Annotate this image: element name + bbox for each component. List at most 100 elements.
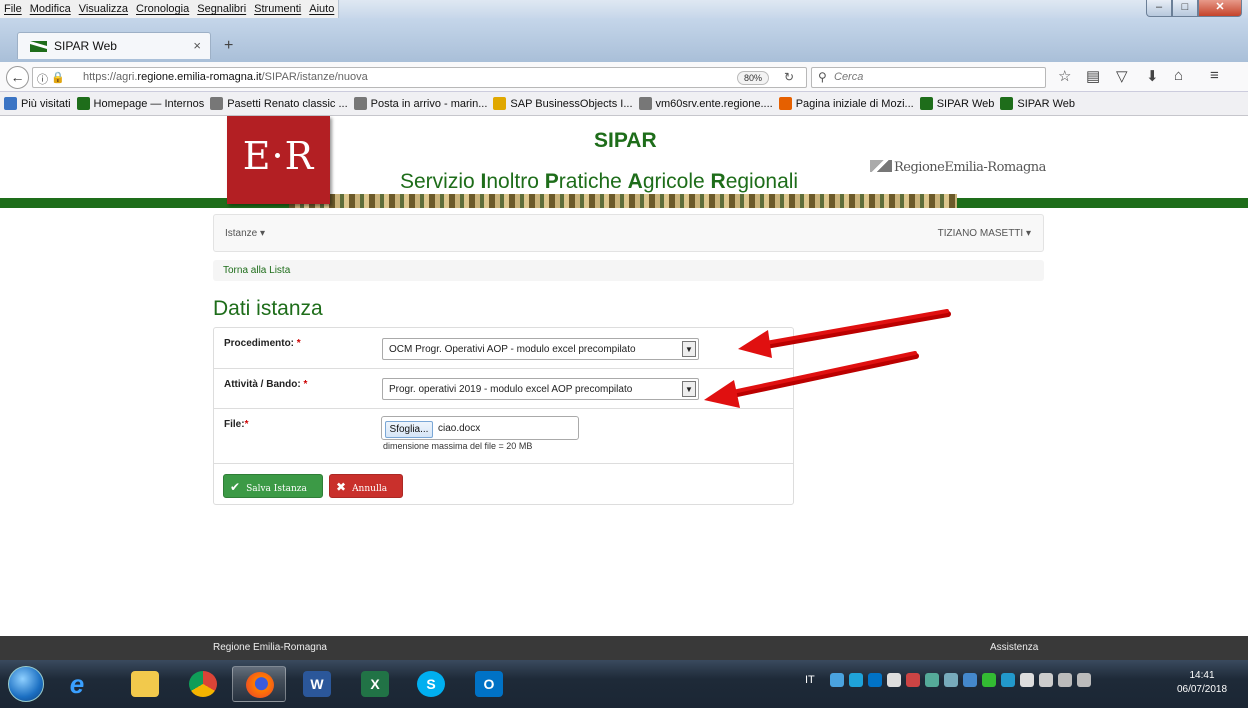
search-input[interactable]: ⚲ Cerca	[811, 67, 1046, 88]
tray-app-icon[interactable]	[1001, 673, 1015, 687]
sipar-flag-icon	[30, 41, 47, 52]
reading-list-icon[interactable]: ▤	[1086, 67, 1100, 85]
bookmark-item[interactable]: Posta in arrivo - marin...	[353, 97, 488, 110]
skype-tray-icon[interactable]	[849, 673, 863, 687]
new-tab-button[interactable]: +	[224, 37, 233, 55]
attivita-select[interactable]: Progr. operativi 2019 - modulo excel AOP…	[382, 378, 699, 400]
page-title: Dati istanza	[213, 297, 323, 320]
tray-app-icon[interactable]	[963, 673, 977, 687]
footer-regione: Regione Emilia-Romagna	[213, 642, 327, 653]
tray-app-icon[interactable]	[906, 673, 920, 687]
file-size-hint: dimensione massima del file = 20 MB	[383, 441, 533, 451]
footer-assistenza-link[interactable]: Assistenza	[990, 642, 1038, 653]
menu-modifica[interactable]: Modifica	[26, 0, 75, 18]
url-bar[interactable]: ⓘ 🔒 https://agri.regione.emilia-romagna.…	[32, 67, 807, 88]
folder-icon	[131, 671, 159, 697]
excel-icon: X	[361, 671, 389, 697]
tab-close-icon[interactable]: ×	[193, 38, 201, 53]
file-input[interactable]: Sfoglia... ciao.docx	[381, 416, 579, 440]
procedimento-select[interactable]: OCM Progr. Operativi AOP - modulo excel …	[382, 338, 699, 360]
menu-visualizza[interactable]: Visualizza	[75, 0, 132, 18]
onedrive-tray-icon[interactable]	[830, 673, 844, 687]
zoom-level[interactable]: 80%	[737, 71, 769, 85]
bookmark-item[interactable]: Più visitati	[4, 97, 71, 110]
home-icon[interactable]: ⌂	[1174, 67, 1183, 84]
bookmark-label: Più visitati	[21, 97, 71, 110]
nav-istanze-dropdown[interactable]: Istanze ▾	[225, 228, 265, 239]
navigation-bar: ← ⓘ 🔒 https://agri.regione.emilia-romagn…	[0, 62, 1248, 92]
start-button[interactable]	[8, 666, 44, 702]
firefox-icon	[246, 672, 274, 698]
close-window-button[interactable]: ✕	[1198, 0, 1242, 17]
info-icon[interactable]: ⓘ	[37, 71, 48, 87]
browse-button[interactable]: Sfoglia...	[385, 421, 433, 438]
bookmark-item[interactable]: SAP BusinessObjects I...	[493, 97, 633, 110]
downloads-icon[interactable]: ⬇	[1146, 67, 1159, 85]
taskbar-chrome[interactable]	[176, 666, 230, 702]
network-icon[interactable]	[1039, 673, 1053, 687]
menu-strumenti[interactable]: Strumenti	[250, 0, 305, 18]
search-placeholder: Cerca	[834, 71, 864, 83]
bookmark-item[interactable]: SIPAR Web	[919, 97, 995, 110]
bookmark-label: SIPAR Web	[936, 97, 995, 110]
menu-aiuto[interactable]: Aiuto	[305, 0, 338, 18]
bookmark-item[interactable]: Pagina iniziale di Mozi...	[778, 97, 914, 110]
bookmark-star-icon[interactable]: ☆	[1058, 67, 1071, 85]
input-language[interactable]: IT	[805, 674, 815, 686]
menu-cronologia[interactable]: Cronologia	[132, 0, 193, 18]
bookmark-item[interactable]: Pasetti Renato classic ...	[210, 97, 348, 110]
bookmark-label: Homepage — Internos	[93, 97, 205, 110]
row-file: File:* Sfoglia... ciao.docx dimensione m…	[214, 409, 793, 464]
chevron-down-icon: ▼	[682, 381, 696, 397]
signal-icon[interactable]	[1058, 673, 1072, 687]
tray-app-icon[interactable]	[925, 673, 939, 687]
clock[interactable]: 14:41 06/07/2018	[1170, 669, 1234, 697]
save-button[interactable]: ✔ Salva Istanza	[223, 474, 323, 498]
taskbar-outlook[interactable]: O	[462, 666, 516, 702]
taskbar-skype[interactable]: S	[404, 666, 458, 702]
procedimento-value: OCM Progr. Operativi AOP - modulo excel …	[389, 344, 636, 355]
attivita-label: Attività / Bando: *	[224, 379, 308, 390]
annotation-arrows	[704, 309, 951, 408]
bookmarks-bar: Più visitati Homepage — Internos Pasetti R…	[0, 92, 1248, 116]
menu-file[interactable]: File	[0, 0, 26, 18]
tray-app-icon[interactable]	[944, 673, 958, 687]
cancel-button[interactable]: ✖ Annulla	[329, 474, 403, 498]
tab-title: SIPAR Web	[54, 39, 117, 53]
volume-icon[interactable]	[1077, 673, 1091, 687]
pocket-icon[interactable]: ▽	[1116, 67, 1128, 85]
chevron-down-icon: ▼	[682, 341, 696, 357]
user-menu-dropdown[interactable]: TIZIANO MASETTI ▾	[938, 228, 1031, 239]
back-to-list-link[interactable]: Torna alla Lista	[223, 265, 290, 276]
annotation-arrow-1	[738, 309, 951, 358]
action-center-flag-icon[interactable]	[1020, 673, 1034, 687]
tray-app-icon[interactable]	[887, 673, 901, 687]
tray-app-icon[interactable]	[982, 673, 996, 687]
taskbar-ie[interactable]: e	[50, 666, 104, 702]
lock-warning-icon[interactable]: 🔒	[51, 71, 65, 84]
tab-sipar-web[interactable]: SIPAR Web ×	[17, 32, 211, 59]
taskbar-excel[interactable]: X	[348, 666, 402, 702]
outlook-tray-icon[interactable]	[868, 673, 882, 687]
menu-segnalibri[interactable]: Segnalibri	[193, 0, 250, 18]
bookmark-item[interactable]: SIPAR Web	[1000, 97, 1075, 110]
taskbar-firefox[interactable]	[232, 666, 286, 702]
taskbar-word[interactable]: W	[290, 666, 344, 702]
bookmark-label: SAP BusinessObjects I...	[510, 97, 633, 110]
minimize-button[interactable]: –	[1146, 0, 1172, 17]
bookmark-label: Posta in arrivo - marin...	[370, 97, 488, 110]
back-button[interactable]: ←	[6, 66, 29, 89]
page-content: E·R SIPAR Servizio Inoltro Pratiche Agri…	[0, 116, 1248, 636]
maximize-button[interactable]: □	[1172, 0, 1198, 17]
taskbar-explorer[interactable]	[118, 666, 172, 702]
bookmark-item[interactable]: vm60srv.ente.regione....	[638, 97, 773, 110]
annotation-arrow-2	[704, 351, 919, 408]
app-navbar: Istanze ▾ TIZIANO MASETTI ▾	[213, 214, 1044, 252]
reload-icon[interactable]: ↻	[784, 70, 794, 84]
selected-file-name: ciao.docx	[438, 423, 481, 434]
bookmark-favicon-icon	[210, 97, 224, 110]
bookmark-label: Pasetti Renato classic ...	[227, 97, 348, 110]
bookmark-item[interactable]: Homepage — Internos	[76, 97, 205, 110]
hamburger-menu-icon[interactable]: ≡	[1210, 67, 1219, 84]
bookmark-favicon-icon	[493, 97, 507, 110]
